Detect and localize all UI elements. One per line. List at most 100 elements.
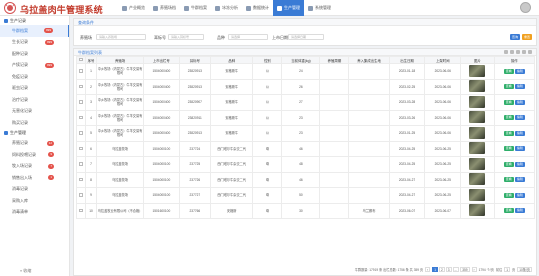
cattle-photo-thumbnail[interactable] xyxy=(469,142,486,155)
cattle-photo-thumbnail[interactable] xyxy=(469,80,486,93)
view-button[interactable]: 查看 xyxy=(503,177,514,183)
row-checkbox[interactable] xyxy=(79,100,83,104)
sidebar-item[interactable]: 采购入库 xyxy=(0,195,69,207)
sidebar-section-production-management[interactable]: 生产管理 xyxy=(0,129,69,138)
nav-item[interactable]: 产业概览 xyxy=(118,0,149,16)
per-page-select[interactable]: 10条/页 xyxy=(517,267,532,272)
page-number-button[interactable]: 359 xyxy=(460,267,470,272)
cattle-photo-thumbnail[interactable] xyxy=(469,188,486,201)
sidebar-item[interactable]: 配种记录 xyxy=(0,48,69,60)
nav-item[interactable]: 系统管理 xyxy=(304,0,335,16)
sidebar-item[interactable]: 免疫记录 xyxy=(0,71,69,83)
add-icon[interactable] xyxy=(504,50,508,54)
delete-icon[interactable] xyxy=(510,50,514,54)
table-row: 2 中乡牧场（内蒙古）牛羊交易有限司 1504000400 23820913 安格斯牛公… xyxy=(76,78,536,95)
page-number-button[interactable]: 1 xyxy=(432,267,438,272)
sidebar-item[interactable]: 治疗记录 xyxy=(0,94,69,106)
view-button[interactable]: 查看 xyxy=(503,146,514,152)
prev-page-button[interactable]: ‹ xyxy=(425,267,431,272)
cattle-photo-thumbnail[interactable] xyxy=(469,64,486,77)
edit-button[interactable]: 编辑 xyxy=(514,208,525,214)
edit-button[interactable]: 编辑 xyxy=(514,84,525,90)
nav-item[interactable]: 冰冻分析 xyxy=(211,0,242,16)
sidebar-item[interactable]: 牛群档案 999 xyxy=(0,25,69,37)
nav-item[interactable]: 养殖场档 xyxy=(149,0,180,16)
nav-item[interactable]: 生产管理 xyxy=(273,0,304,16)
sidebar-item[interactable]: 养殖记录 12 xyxy=(0,138,69,150)
row-checkbox[interactable] xyxy=(79,115,83,119)
edit-button[interactable]: 编辑 xyxy=(514,115,525,121)
page-number-button[interactable]: 3 xyxy=(445,267,452,272)
cattle-photo-thumbnail[interactable] xyxy=(469,126,486,139)
query-button[interactable]: 查询 xyxy=(510,34,520,40)
sidebar-collapse-button[interactable]: « 收缩 xyxy=(20,268,31,274)
edit-button[interactable]: 编辑 xyxy=(514,99,525,105)
sidebar-item[interactable]: 消毒清单 xyxy=(0,207,69,219)
cattle-photo-thumbnail[interactable] xyxy=(469,204,486,217)
row-checkbox[interactable] xyxy=(79,162,83,166)
row-select-cell xyxy=(76,94,86,111)
ear-tag-input[interactable]: 请输入耳标号 xyxy=(168,34,204,40)
export-icon[interactable] xyxy=(516,50,520,54)
table-cell: 24 xyxy=(281,63,321,80)
listing-date-input[interactable]: 请选择日期 xyxy=(288,34,324,40)
view-button[interactable]: 查看 xyxy=(503,130,514,136)
nav-label: 产业概览 xyxy=(129,5,145,10)
sidebar-item[interactable]: 销售出入场 1 xyxy=(0,172,69,184)
cattle-photo-thumbnail[interactable] xyxy=(469,111,486,124)
goto-page-input[interactable]: 1 xyxy=(504,267,510,272)
refresh-icon[interactable] xyxy=(522,50,526,54)
table-cell: 23820907 xyxy=(178,94,211,111)
view-button[interactable]: 查看 xyxy=(503,161,514,167)
table-cell: 乌拉盖牧场 xyxy=(96,187,144,204)
view-button[interactable]: 查看 xyxy=(503,208,514,214)
page-number-button[interactable]: ... xyxy=(452,267,460,272)
view-button[interactable]: 查看 xyxy=(503,192,514,198)
edit-button[interactable]: 编辑 xyxy=(514,161,525,167)
sidebar-item-label: 消毒清单 xyxy=(12,209,28,215)
row-checkbox[interactable] xyxy=(79,177,83,181)
select-all-checkbox[interactable] xyxy=(79,57,83,62)
row-checkbox[interactable] xyxy=(79,69,83,73)
row-checkbox[interactable] xyxy=(79,131,83,135)
row-checkbox[interactable] xyxy=(79,84,83,88)
row-checkbox[interactable] xyxy=(79,193,83,197)
count-badge: 999 xyxy=(43,28,53,33)
row-select-cell xyxy=(76,63,86,80)
row-checkbox[interactable] xyxy=(79,208,83,212)
user-avatar-icon[interactable] xyxy=(520,2,531,13)
sidebar-item[interactable]: 产犊记录 999 xyxy=(0,60,69,72)
page-number-button[interactable]: 2 xyxy=(438,267,445,272)
cattle-photo-thumbnail[interactable] xyxy=(469,95,486,108)
nav-item[interactable]: 数据统计 xyxy=(242,0,273,16)
view-button[interactable]: 查看 xyxy=(503,115,514,121)
sidebar-item[interactable]: 饲料投喂记录 9 xyxy=(0,149,69,161)
breed-select[interactable]: 请选择 xyxy=(228,34,268,40)
sidebar-item[interactable]: 驱虫记录 xyxy=(0,83,69,95)
reset-button[interactable]: 重置 xyxy=(522,34,532,40)
edit-button[interactable]: 编辑 xyxy=(514,130,525,136)
edit-button[interactable]: 编辑 xyxy=(514,68,525,74)
sidebar-item-label: 生长记录 xyxy=(12,39,28,45)
sidebar-item[interactable]: 购买记录 xyxy=(0,117,69,129)
view-button[interactable]: 查看 xyxy=(503,99,514,105)
cattle-photo-thumbnail[interactable] xyxy=(469,173,486,186)
table-cell xyxy=(348,171,390,188)
sidebar-item[interactable]: 无害化记录 xyxy=(0,106,69,118)
view-button[interactable]: 查看 xyxy=(503,68,514,74)
edit-button[interactable]: 编辑 xyxy=(514,192,525,198)
settings-icon[interactable] xyxy=(528,50,532,54)
sidebar-item[interactable]: 生长记录 999 xyxy=(0,37,69,49)
cattle-photo-thumbnail[interactable] xyxy=(469,157,486,170)
sidebar-section-production-records[interactable]: 生产记录 xyxy=(0,16,69,25)
sidebar-item[interactable]: 牧入场记录 7 xyxy=(0,161,69,173)
view-button[interactable]: 查看 xyxy=(503,84,514,90)
farm-input[interactable]: 请输入养殖场 xyxy=(96,34,146,40)
row-checkbox[interactable] xyxy=(79,146,83,150)
nav-item[interactable]: 牛群档案 xyxy=(180,0,211,16)
sidebar-item[interactable]: 消毒记录 xyxy=(0,184,69,196)
table-cell: 安格斯 xyxy=(209,202,254,219)
edit-button[interactable]: 编辑 xyxy=(514,146,525,152)
edit-button[interactable]: 编辑 xyxy=(514,177,525,183)
next-page-button[interactable]: › xyxy=(471,267,477,272)
